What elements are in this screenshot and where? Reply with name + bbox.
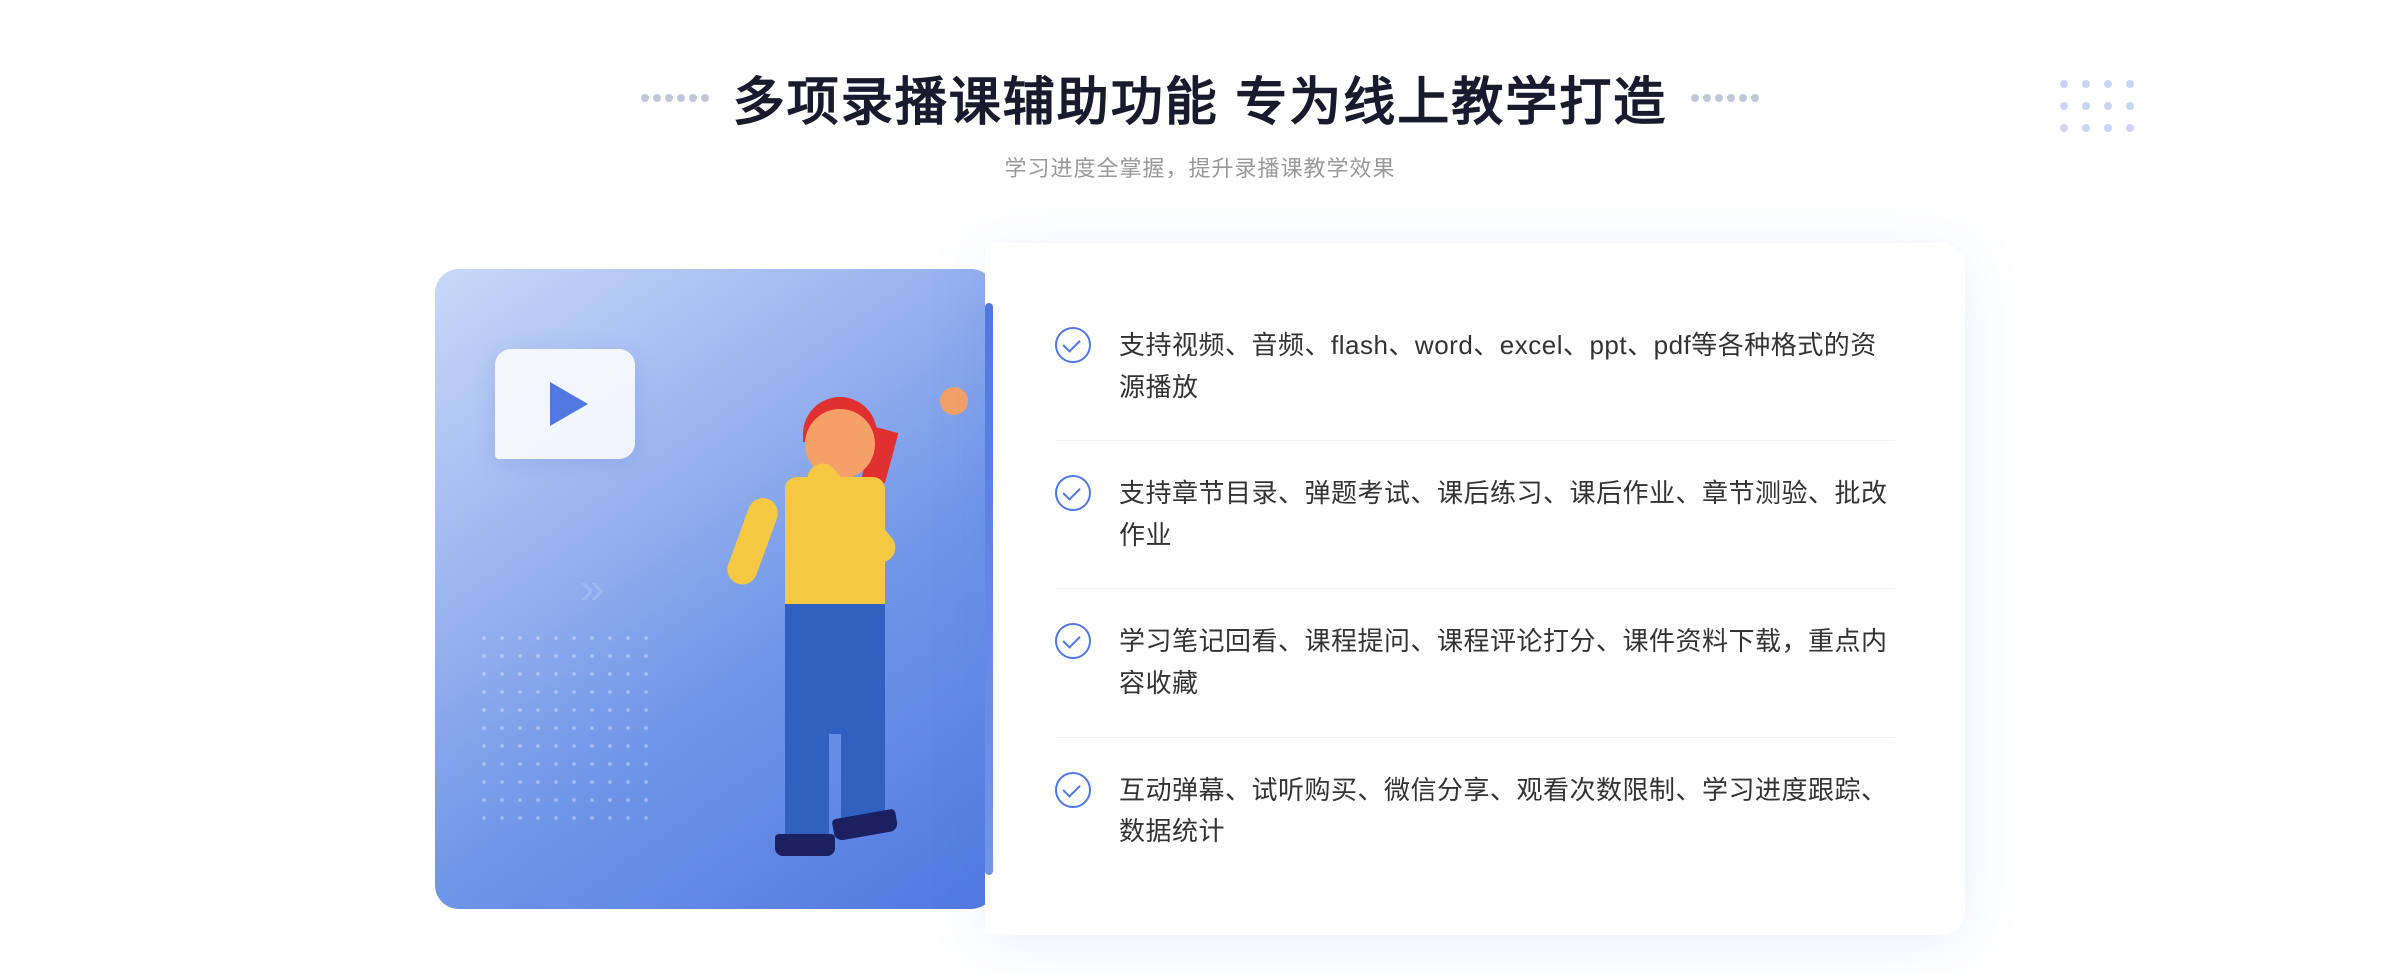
fig-shoe-left [775,834,835,856]
feature-text-4: 互动弹幕、试听购买、微信分享、观看次数限制、学习进度跟踪、数据统计 [1119,770,1895,853]
check-icon-3 [1055,623,1091,659]
page-title: 多项录播课辅助功能 专为线上教学打造 [733,60,1667,135]
illustration-card [435,269,995,909]
fig-arm-left [723,494,782,589]
figure-illustration [685,329,985,909]
check-icon-4 [1055,772,1091,808]
feature-item-4: 互动弹幕、试听购买、微信分享、观看次数限制、学习进度跟踪、数据统计 [1055,738,1895,885]
features-card: 支持视频、音频、flash、word、excel、ppt、pdf等各种格式的资源… [985,243,1965,935]
feature-text-2: 支持章节目录、弹题考试、课后练习、课后作业、章节测验、批改作业 [1119,473,1895,556]
page-wrapper: 多项录播课辅助功能 专为线上教学打造 学习进度全掌握，提升录播课教学效果 [0,0,2400,974]
feature-item-3: 学习笔记回看、课程提问、课程评论打分、课件资料下载，重点内容收藏 [1055,589,1895,737]
play-icon [550,382,588,426]
feature-item-2: 支持章节目录、弹题考试、课后练习、课后作业、章节测验、批改作业 [1055,441,1895,589]
fig-leg-right [841,724,885,824]
main-content: » 支持视频、音频、flash、word、excel、ppt、pdf等各种格式的… [400,243,2000,935]
right-dots-icon [1691,94,1759,102]
header: 多项录播课辅助功能 专为线上教学打造 学习进度全掌握，提升录播课教学效果 [0,60,2400,183]
fig-leg-left [785,724,829,844]
check-icon-1 [1055,327,1091,363]
play-bubble [495,349,635,459]
fig-pants [785,604,885,734]
title-row: 多项录播课辅助功能 专为线上教学打造 [0,60,2400,135]
feature-text-3: 学习笔记回看、课程提问、课程评论打分、课件资料下载，重点内容收藏 [1119,621,1895,704]
fig-body [785,477,885,607]
page-subtitle: 学习进度全掌握，提升录播课教学效果 [0,151,2400,183]
feature-item-1: 支持视频、音频、flash、word、excel、ppt、pdf等各种格式的资源… [1055,293,1895,441]
left-dots-icon [641,94,709,102]
fig-hand-right [940,387,968,415]
dot-pattern [475,629,655,829]
check-icon-2 [1055,475,1091,511]
chevrons-icon: » [580,564,594,614]
feature-text-1: 支持视频、音频、flash、word、excel、ppt、pdf等各种格式的资源… [1119,325,1895,408]
